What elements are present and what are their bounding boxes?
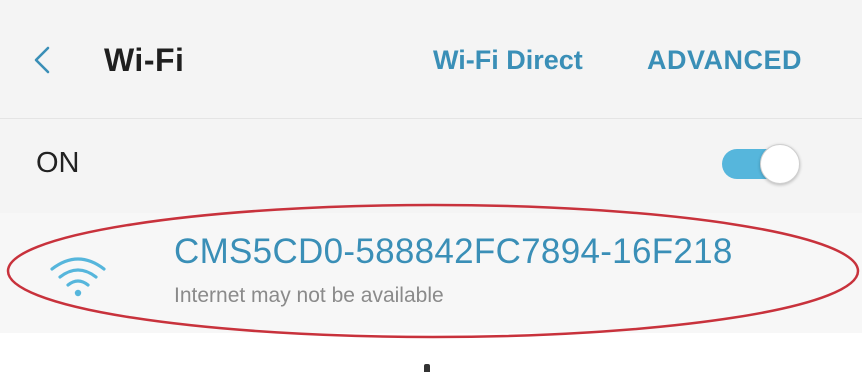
toggle-knob <box>760 144 800 184</box>
switch-state-label: ON <box>36 147 80 179</box>
page-title: Wi-Fi <box>104 42 185 78</box>
wifi-master-switch-row[interactable]: ON <box>0 118 862 214</box>
advanced-button[interactable]: ADVANCED <box>647 38 802 82</box>
wifi-signal-icon <box>46 247 110 303</box>
wifi-settings-screen: Wi-Fi Wi-Fi Direct ADVANCED ON CMS5CD0-5… <box>0 0 862 372</box>
partial-glyph <box>424 364 430 372</box>
back-button[interactable] <box>26 40 62 80</box>
network-status: Internet may not be available <box>174 284 444 307</box>
network-ssid: CMS5CD0-588842FC7894-16F218 <box>174 232 733 271</box>
network-list-item[interactable]: CMS5CD0-588842FC7894-16F218 Internet may… <box>0 213 862 333</box>
wifi-direct-button[interactable]: Wi-Fi Direct <box>433 38 583 82</box>
app-bar: Wi-Fi Wi-Fi Direct ADVANCED <box>0 0 862 118</box>
chevron-left-icon <box>34 46 50 74</box>
wifi-toggle[interactable] <box>722 144 800 184</box>
